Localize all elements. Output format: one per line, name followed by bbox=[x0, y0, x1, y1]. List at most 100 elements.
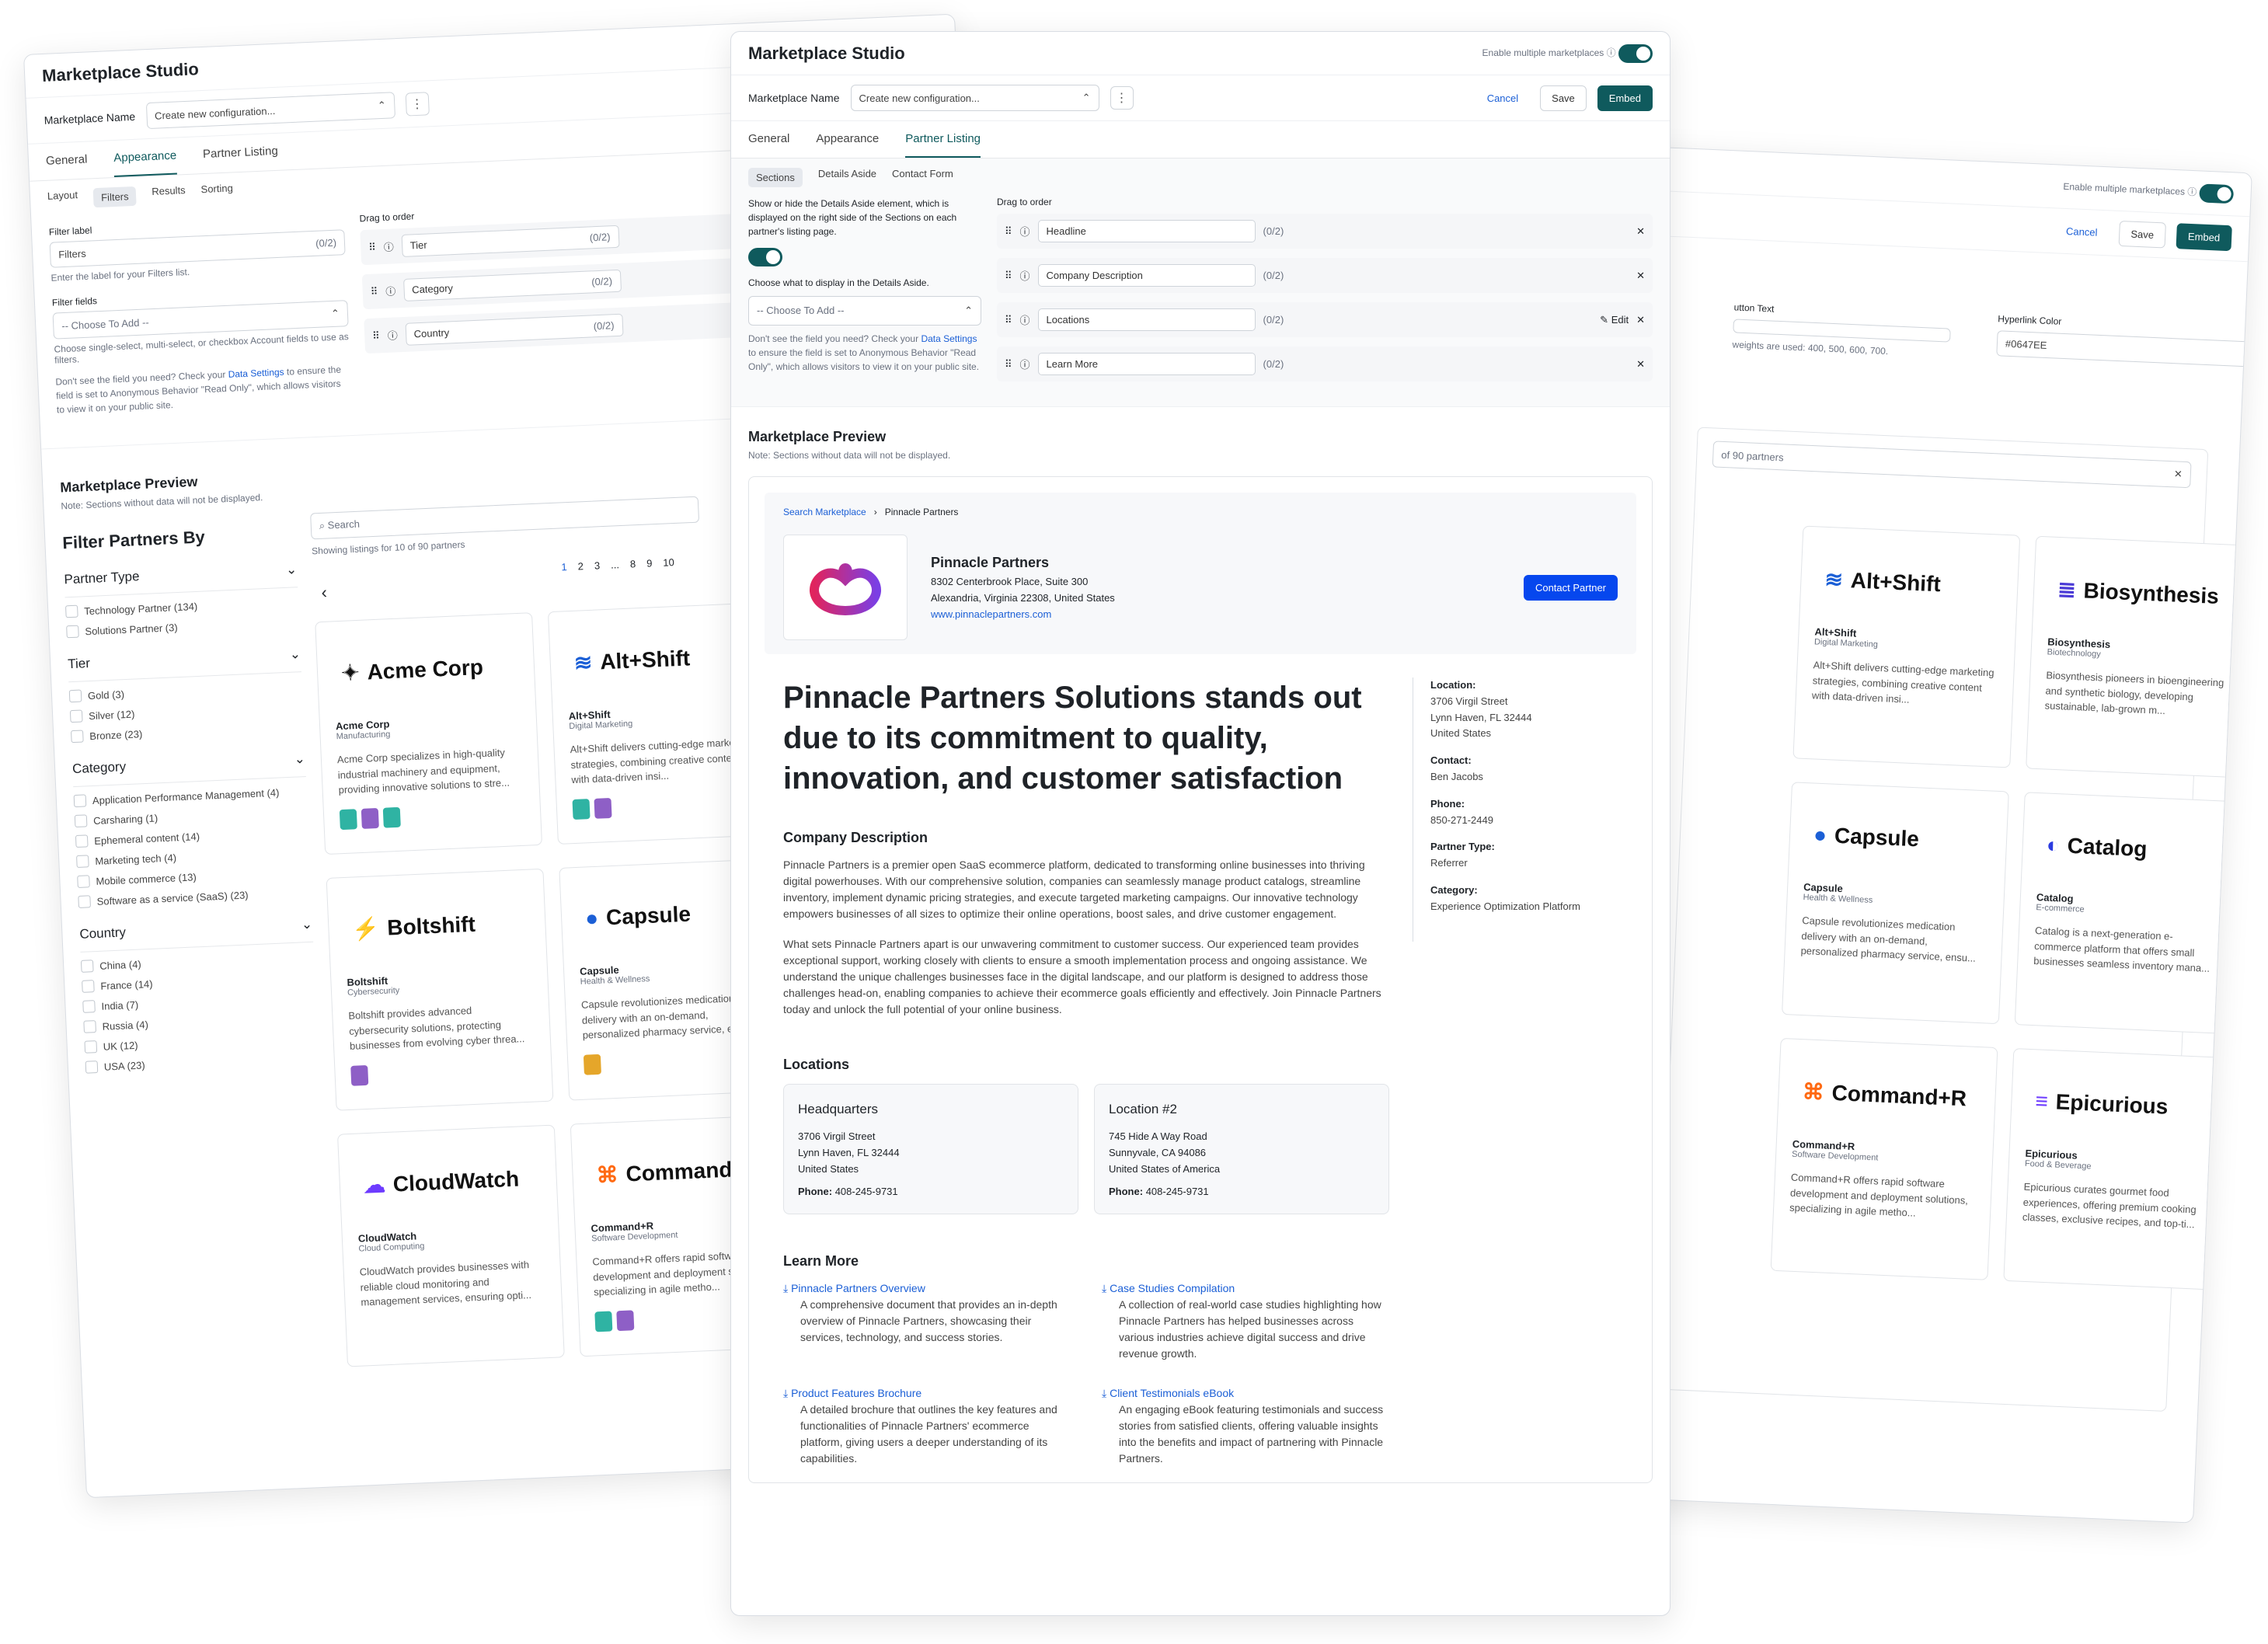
prev-page-icon[interactable]: ‹ bbox=[321, 583, 327, 603]
filter-checkbox[interactable]: Technology Partner (134) bbox=[65, 595, 298, 618]
filter-group-header[interactable]: Country ⌄ bbox=[78, 907, 314, 953]
breadcrumb-link[interactable]: Search Marketplace bbox=[783, 507, 866, 517]
row-field[interactable]: Locations bbox=[1037, 308, 1256, 331]
partner-card-boltshift[interactable]: ⚡ Boltshift Boltshift Cybersecurity Boltshif… bbox=[326, 868, 554, 1111]
filter-checkbox[interactable]: France (14) bbox=[82, 970, 315, 993]
cancel-button[interactable]: Cancel bbox=[2054, 218, 2109, 246]
filter-checkbox[interactable]: China (4) bbox=[81, 950, 314, 973]
filter-checkbox[interactable]: Application Performance Management (4) bbox=[74, 785, 307, 807]
drag-row-learn-more[interactable]: ⠿ ⓘ Learn More (0/2) ✕ bbox=[997, 347, 1653, 381]
save-button[interactable]: Save bbox=[1540, 85, 1587, 111]
filter-checkbox[interactable]: Solutions Partner (3) bbox=[66, 615, 299, 638]
drag-handle-icon[interactable]: ⠿ bbox=[368, 241, 376, 253]
data-settings-link[interactable]: Data Settings bbox=[228, 367, 284, 380]
aside-field-select[interactable]: -- Choose To Add -- ⌃ bbox=[748, 296, 981, 326]
partner-card-catalog[interactable]: ◐ Catalog Catalog E-commerce Catalog is a ne… bbox=[2014, 792, 2242, 1035]
kebab-icon[interactable]: ⋮ bbox=[1110, 86, 1134, 110]
tab-partner-listing[interactable]: Partner Listing bbox=[905, 121, 981, 158]
save-button[interactable]: Save bbox=[2118, 220, 2166, 249]
details-aside-toggle[interactable] bbox=[748, 248, 782, 266]
left-name-select[interactable]: Create new configuration... ⌃ bbox=[145, 92, 395, 130]
website-link[interactable]: www.pinnaclepartners.com bbox=[931, 607, 1500, 623]
drag-handle-icon[interactable]: ⠿ bbox=[1005, 358, 1012, 371]
subtab-filters[interactable]: Filters bbox=[92, 186, 138, 208]
row-field[interactable]: Category (0/2) bbox=[402, 269, 622, 301]
drag-handle-icon[interactable]: ⠿ bbox=[372, 329, 380, 342]
partner-card-epicurious[interactable]: ≡ Epicurious Epicurious Food & Beverage Epic… bbox=[2003, 1048, 2231, 1290]
tab-partner-listing[interactable]: Partner Listing bbox=[202, 134, 279, 173]
drag-row-locations[interactable]: ⠿ ⓘ Locations (0/2) ✎ Edit ✕ bbox=[997, 302, 1653, 337]
partner-card-commandr-right[interactable]: ⌘ Command+R Command+R Software Development C… bbox=[1770, 1037, 1998, 1280]
drag-handle-icon[interactable]: ⠿ bbox=[1005, 225, 1012, 238]
drag-handle-icon[interactable]: ⠿ bbox=[1005, 314, 1012, 326]
subtab-sections[interactable]: Sections bbox=[748, 168, 803, 187]
kebab-icon[interactable]: ⋮ bbox=[405, 92, 430, 117]
page-link[interactable]: 1 bbox=[561, 561, 567, 573]
filter-checkbox[interactable]: Silver (12) bbox=[70, 700, 303, 723]
filter-checkbox[interactable]: USA (23) bbox=[85, 1051, 319, 1074]
hyperlink-color-input[interactable]: #0647EE bbox=[1996, 330, 2252, 368]
subtab-details-aside[interactable]: Details Aside bbox=[818, 168, 876, 187]
drag-handle-icon[interactable]: ⠿ bbox=[1005, 270, 1012, 282]
filter-checkbox[interactable]: Russia (4) bbox=[83, 1011, 316, 1033]
row-field[interactable]: Tier (0/2) bbox=[401, 225, 620, 257]
row-field[interactable]: Headline bbox=[1037, 220, 1256, 242]
remove-icon[interactable]: ✕ bbox=[1636, 270, 1645, 282]
filter-checkbox[interactable]: Bronze (23) bbox=[71, 720, 304, 743]
filter-group-header[interactable]: Partner Type ⌄ bbox=[63, 552, 298, 598]
partner-card-biosynthesis[interactable]: ≣ Biosynthesis Biosynthesis Biotechnology Bi… bbox=[2026, 535, 2252, 778]
resource-link[interactable]: ⤓ Product Features Brochure bbox=[783, 1385, 1071, 1402]
page-link[interactable]: 9 bbox=[646, 557, 653, 569]
subtab-results[interactable]: Results bbox=[152, 184, 186, 205]
partner-card-cloudwatch[interactable]: ☁ CloudWatch CloudWatch Cloud Computing Clou… bbox=[337, 1124, 565, 1367]
filter-checkbox[interactable]: Ephemeral content (14) bbox=[75, 825, 308, 848]
cancel-button[interactable]: Cancel bbox=[1475, 85, 1530, 110]
page-link[interactable]: 10 bbox=[663, 556, 674, 569]
drag-row-company-description[interactable]: ⠿ ⓘ Company Description (0/2) ✕ bbox=[997, 258, 1653, 293]
page-link[interactable]: 3 bbox=[594, 559, 601, 571]
resource-link[interactable]: ⤓ Pinnacle Partners Overview bbox=[783, 1280, 1071, 1297]
button-text-input[interactable] bbox=[1733, 319, 1951, 343]
row-field[interactable]: Country (0/2) bbox=[405, 313, 624, 346]
subtab-sorting[interactable]: Sorting bbox=[200, 182, 233, 203]
remove-icon[interactable]: ✕ bbox=[1636, 358, 1645, 371]
filter-checkbox[interactable]: Marketing tech (4) bbox=[76, 845, 309, 868]
tab-general[interactable]: General bbox=[748, 121, 789, 158]
subtab-layout[interactable]: Layout bbox=[47, 189, 78, 210]
page-link[interactable]: 2 bbox=[577, 560, 584, 572]
page-link[interactable]: 8 bbox=[630, 558, 636, 569]
multi-marketplace-toggle[interactable] bbox=[2199, 183, 2235, 204]
remove-icon[interactable]: ✕ bbox=[1636, 225, 1645, 238]
partner-card-altshift-right[interactable]: ≋ Alt+Shift Alt+Shift Digital Marketing Alt+… bbox=[1792, 525, 2021, 768]
filter-checkbox[interactable]: India (7) bbox=[82, 991, 315, 1013]
right-search-input[interactable]: of 90 partners ✕ bbox=[1712, 441, 2192, 489]
multi-marketplace-toggle[interactable] bbox=[1618, 44, 1653, 63]
tab-general[interactable]: General bbox=[45, 142, 88, 180]
resource-link[interactable]: ⤓ Client Testimonials eBook bbox=[1102, 1385, 1389, 1402]
close-icon[interactable]: ✕ bbox=[2174, 468, 2183, 480]
remove-icon[interactable]: ✕ bbox=[1636, 314, 1645, 326]
contact-partner-button[interactable]: Contact Partner bbox=[1523, 574, 1618, 601]
partner-card-acme[interactable]: ✦ Acme Corp Acme Corp Manufacturing Acme Cor… bbox=[315, 612, 543, 855]
filter-checkbox[interactable]: Mobile commerce (13) bbox=[77, 866, 310, 888]
tab-appearance[interactable]: Appearance bbox=[113, 138, 178, 178]
drag-handle-icon[interactable]: ⠿ bbox=[370, 285, 378, 298]
embed-button[interactable]: Embed bbox=[1597, 85, 1653, 111]
drag-row-headline[interactable]: ⠿ ⓘ Headline (0/2) ✕ bbox=[997, 214, 1653, 249]
name-select[interactable]: Create new configuration... ⌃ bbox=[850, 85, 1099, 111]
row-field[interactable]: Company Description bbox=[1037, 264, 1256, 287]
edit-button[interactable]: ✎ Edit bbox=[1600, 314, 1629, 326]
filter-checkbox[interactable]: UK (12) bbox=[84, 1031, 317, 1054]
tab-appearance[interactable]: Appearance bbox=[816, 121, 879, 158]
filter-checkbox[interactable]: Carsharing (1) bbox=[75, 805, 308, 827]
partner-card-capsule-right[interactable]: ● Capsule Capsule Health & Wellness Capsule … bbox=[1782, 782, 2009, 1025]
filter-checkbox[interactable]: Gold (3) bbox=[69, 680, 302, 702]
filter-checkbox[interactable]: Software as a service (SaaS) (23) bbox=[78, 886, 311, 908]
row-field[interactable]: Learn More bbox=[1037, 353, 1256, 375]
data-settings-link[interactable]: Data Settings bbox=[921, 333, 977, 344]
filter-group-header[interactable]: Category ⌄ bbox=[71, 742, 306, 788]
subtab-contact-form[interactable]: Contact Form bbox=[892, 168, 953, 187]
embed-button[interactable]: Embed bbox=[2176, 223, 2232, 252]
resource-link[interactable]: ⤓ Case Studies Compilation bbox=[1102, 1280, 1389, 1297]
filter-group-header[interactable]: Tier ⌄ bbox=[67, 637, 302, 683]
